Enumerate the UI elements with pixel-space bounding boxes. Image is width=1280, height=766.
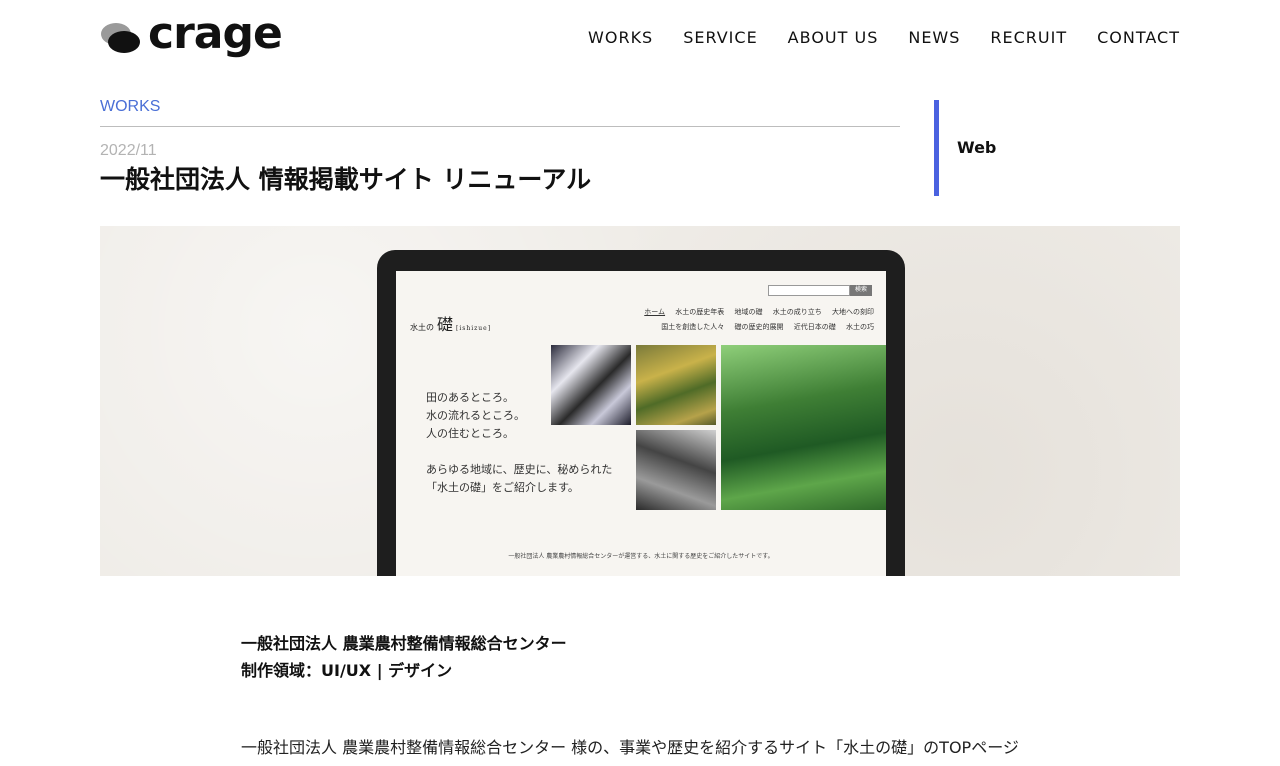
laptop-screen: 水土の礎 [ishizue] 検索 ホーム 水土の歴史年表 地域の礎 水土の成り立…: [396, 271, 886, 576]
nav-works[interactable]: WORKS: [588, 28, 653, 47]
site-footer-text: 一般社団法人 農業農村情報総合センターが運営する、水土に関する歴史をご紹介したサ…: [508, 553, 774, 560]
main-nav: WORKS SERVICE ABOUT US NEWS RECRUIT CONT…: [558, 28, 1180, 47]
description-text: 一般社団法人 農業農村整備情報総合センター 様の、事業や歴史を紹介するサイト「水…: [241, 738, 1019, 757]
site-search-button: 検索: [850, 285, 872, 296]
crage-logo-text: crage: [148, 8, 283, 59]
laptop-mockup: 水土の礎 [ishizue] 検索 ホーム 水土の歴史年表 地域の礎 水土の成り立…: [377, 250, 905, 576]
category-link[interactable]: WORKS: [100, 98, 160, 116]
scope-text: 制作領域：UI/UX | デザイン: [241, 661, 453, 680]
site-header: crage WORKS SERVICE ABOUT US NEWS RECRUI…: [0, 0, 1280, 80]
nav-contact[interactable]: CONTACT: [1097, 28, 1180, 47]
nav-about-us[interactable]: ABOUT US: [788, 28, 879, 47]
title-divider: [100, 126, 900, 127]
crage-logo[interactable]: crage: [100, 8, 283, 62]
hero-image: 水土の礎 [ishizue] 検索 ホーム 水土の歴史年表 地域の礎 水土の成り立…: [100, 226, 1180, 576]
photo-rice-terraces: [636, 345, 716, 425]
nav-news[interactable]: NEWS: [908, 28, 960, 47]
site-search-input: [768, 285, 850, 296]
nav-service[interactable]: SERVICE: [683, 28, 757, 47]
site-menu: ホーム 水土の歴史年表 地域の礎 水土の成り立ち 大地への刻印 国土を創造した人…: [644, 308, 874, 331]
photo-canal: [721, 345, 886, 510]
tag-web[interactable]: Web: [957, 138, 996, 157]
crage-logo-mark-icon: [100, 21, 142, 55]
tag-panel: Web: [934, 100, 1180, 196]
page-title: 一般社団法人 情報掲載サイト リニューアル: [100, 165, 592, 194]
client-name: 一般社団法人 農業農村整備情報総合センター: [241, 634, 567, 653]
photo-people: [636, 430, 716, 510]
photo-aerial: [551, 345, 631, 425]
article-date: 2022/11: [100, 142, 157, 159]
nav-recruit[interactable]: RECRUIT: [990, 28, 1067, 47]
site-logo: 水土の礎 [ishizue]: [410, 315, 492, 334]
